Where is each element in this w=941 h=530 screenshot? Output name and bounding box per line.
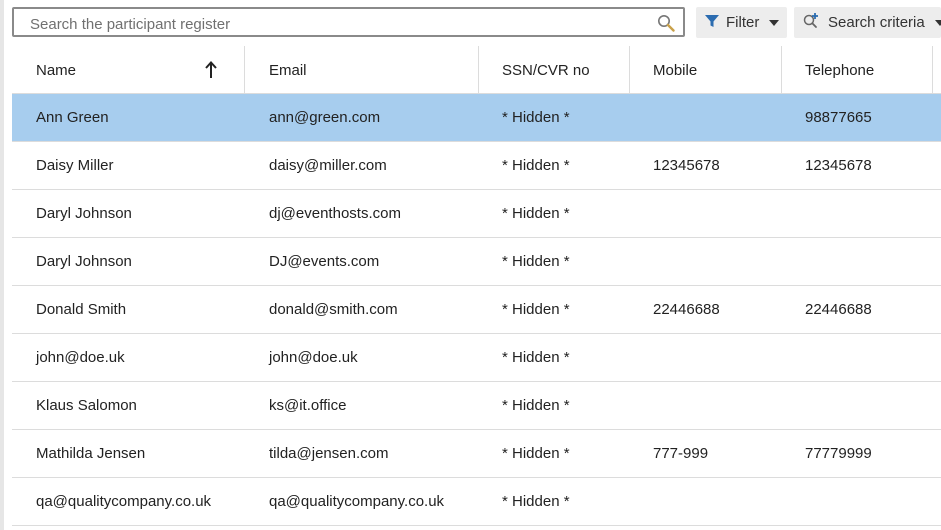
telephone-cell: 12345678 <box>805 157 872 174</box>
left-gutter <box>0 0 4 530</box>
search-plus-icon <box>802 12 822 34</box>
email-cell: ks@it.office <box>269 397 347 414</box>
telephone-cell: 77779999 <box>805 445 872 462</box>
email-cell: ann@green.com <box>269 109 381 126</box>
column-separator[interactable] <box>244 46 245 93</box>
table-header: Name Email SSN/CVR no Mobile Telephone <box>12 46 941 94</box>
name-cell: Klaus Salomon <box>36 397 137 414</box>
column-separator[interactable] <box>478 46 479 93</box>
ssn-cell: * Hidden * <box>502 253 570 270</box>
email-cell: tilda@jensen.com <box>269 445 389 462</box>
ssn-cell: * Hidden * <box>502 445 570 462</box>
name-cell: qa@qualitycompany.co.uk <box>36 493 212 510</box>
email-cell: john@doe.uk <box>269 349 358 366</box>
table-row[interactable]: qa@qualitycompany.co.uk qa@qualitycompany… <box>12 478 941 526</box>
column-header-email[interactable]: Email <box>269 46 307 93</box>
telephone-cell: 22446688 <box>805 301 872 318</box>
table-row[interactable]: Daryl Johnson dj@eventhosts.com * Hidden * <box>12 190 941 238</box>
filter-label: Filter <box>726 14 760 31</box>
name-cell: Daisy Miller <box>36 157 114 174</box>
column-header-mobile[interactable]: Mobile <box>653 46 697 93</box>
search-input[interactable] <box>28 13 652 35</box>
ssn-cell: * Hidden * <box>502 397 570 414</box>
mobile-cell: 777-999 <box>653 445 709 462</box>
chevron-down-icon <box>934 19 941 26</box>
search-criteria-button[interactable]: Search criteria <box>794 7 941 38</box>
ssn-cell: * Hidden * <box>502 349 570 366</box>
column-separator[interactable] <box>781 46 782 93</box>
column-header-telephone[interactable]: Telephone <box>805 46 874 93</box>
filter-icon <box>704 13 720 33</box>
name-cell: Daryl Johnson <box>36 205 132 222</box>
table-row[interactable]: Ann Green ann@green.com * Hidden * 98877665 <box>12 94 941 142</box>
ssn-cell: * Hidden * <box>502 205 570 222</box>
mobile-cell: 12345678 <box>653 157 720 174</box>
name-cell: Daryl Johnson <box>36 253 132 270</box>
column-header-name[interactable]: Name <box>36 46 76 93</box>
column-separator[interactable] <box>629 46 630 93</box>
email-cell: DJ@events.com <box>269 253 380 270</box>
table-row[interactable]: Donald Smith donald@smith.com * Hidden * 22… <box>12 286 941 334</box>
table-row[interactable]: Mathilda Jensen tilda@jensen.com * Hidden … <box>12 430 941 478</box>
ssn-cell: * Hidden * <box>502 493 570 510</box>
email-cell: daisy@miller.com <box>269 157 387 174</box>
ssn-cell: * Hidden * <box>502 301 570 318</box>
search-icon[interactable] <box>657 14 675 32</box>
column-separator[interactable] <box>932 46 933 93</box>
table-row[interactable]: Klaus Salomon ks@it.office * Hidden * <box>12 382 941 430</box>
ssn-cell: * Hidden * <box>502 157 570 174</box>
table-body: Ann Green ann@green.com * Hidden * 98877665… <box>12 94 941 526</box>
chevron-down-icon <box>769 19 780 26</box>
name-cell: john@doe.uk <box>36 349 125 366</box>
arrow-up-icon[interactable] <box>204 61 218 79</box>
email-cell: dj@eventhosts.com <box>269 205 401 222</box>
filter-button[interactable]: Filter <box>696 7 787 38</box>
column-header-ssn[interactable]: SSN/CVR no <box>502 46 590 93</box>
table-row[interactable]: Daisy Miller daisy@miller.com * Hidden * 12… <box>12 142 941 190</box>
search-criteria-label: Search criteria <box>828 14 925 31</box>
toolbar: Filter Search criteria <box>12 6 941 40</box>
ssn-cell: * Hidden * <box>502 109 570 126</box>
name-cell: Ann Green <box>36 109 109 126</box>
name-cell: Mathilda Jensen <box>36 445 146 462</box>
email-cell: donald@smith.com <box>269 301 398 318</box>
participant-table: Name Email SSN/CVR no Mobile Telephone A… <box>12 46 941 526</box>
table-row[interactable]: Daryl Johnson DJ@events.com * Hidden * <box>12 238 941 286</box>
table-row[interactable]: john@doe.uk john@doe.uk * Hidden * <box>12 334 941 382</box>
telephone-cell: 98877665 <box>805 109 872 126</box>
search-box[interactable] <box>12 7 685 37</box>
mobile-cell: 22446688 <box>653 301 720 318</box>
email-cell: qa@qualitycompany.co.uk <box>269 493 445 510</box>
name-cell: Donald Smith <box>36 301 127 318</box>
